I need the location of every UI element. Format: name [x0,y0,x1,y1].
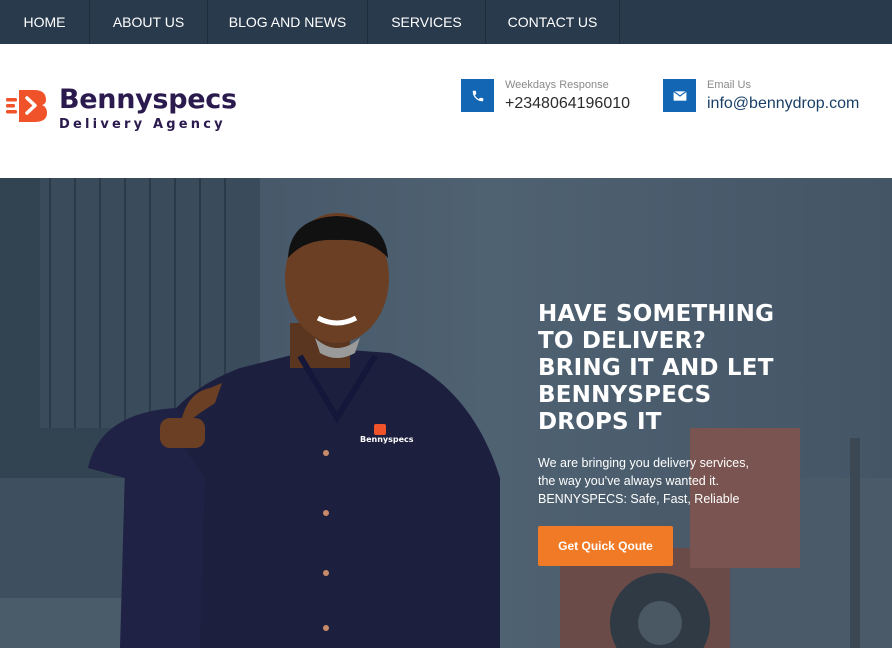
contact-email: Email Us info@bennydrop.com [663,79,859,114]
headline-line: DROPS IT [538,409,662,435]
contact-phone: Weekdays Response +2348064196010 [461,79,630,114]
get-quick-quote-button[interactable]: Get Quick Qoute [538,526,673,566]
site-header: Bennyspecs Delivery Agency Weekdays Resp… [0,44,892,178]
phone-icon-box [461,79,494,112]
subtext-line: the way you've always wanted it. [538,474,719,488]
hero-headline: HAVE SOMETHING TO DELIVER? BRING IT AND … [538,301,798,436]
envelope-icon-box [663,79,696,112]
logo-mark-icon [6,90,47,122]
headline-line: BRING IT AND LET [538,355,774,381]
nav-blog-and-news[interactable]: BLOG AND NEWS [208,0,368,44]
headline-line: HAVE SOMETHING [538,301,775,327]
logo[interactable]: Bennyspecs Delivery Agency [6,85,237,132]
envelope-icon [672,90,687,101]
phone-label: Weekdays Response [505,79,609,91]
top-navigation: HOME ABOUT US BLOG AND NEWS SERVICES CON… [0,0,892,44]
headline-line: BENNYSPECS [538,382,712,408]
nav-contact-us[interactable]: CONTACT US [486,0,620,44]
logo-text: Bennyspecs Delivery Agency [59,85,237,133]
nav-about-us[interactable]: ABOUT US [90,0,208,44]
headline-line: TO DELIVER? [538,328,707,354]
subtext-line: BENNYSPECS: Safe, Fast, Reliable [538,492,740,506]
phone-number[interactable]: +2348064196010 [505,94,630,114]
email-address[interactable]: info@bennydrop.com [707,94,859,114]
brand-name: Bennyspecs [59,84,237,115]
brand-tagline: Delivery Agency [59,117,226,132]
email-label: Email Us [707,79,752,91]
hero-subtext: We are bringing you delivery services, t… [538,454,778,508]
phone-icon [472,90,483,101]
shirt-logo-text: Bennyspecs [360,435,414,444]
subtext-line: We are bringing you delivery services, [538,456,749,470]
nav-home[interactable]: HOME [0,0,90,44]
hero-banner: Bennyspecs HAVE SOMETHING TO DELIVER? BR… [0,178,892,648]
nav-services[interactable]: SERVICES [368,0,486,44]
